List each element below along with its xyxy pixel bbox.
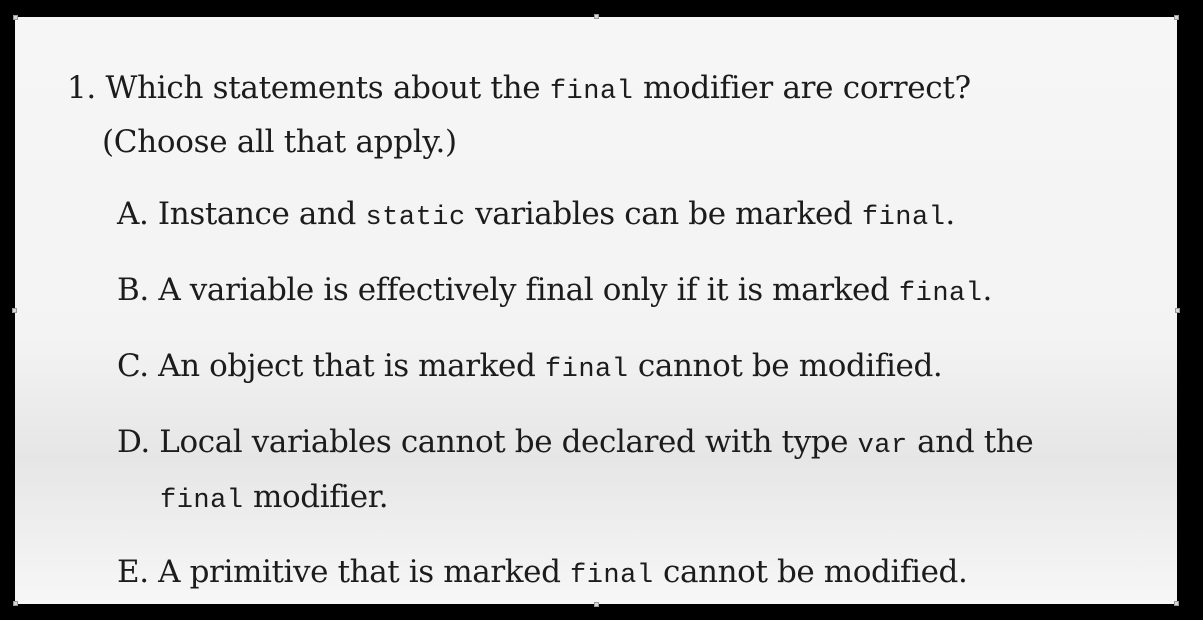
option-code: final [570, 561, 654, 591]
option-text: cannot be modified. [663, 554, 968, 590]
screen-frame: 1. Which statements about the final modi… [0, 0, 1203, 620]
option-text: A variable is effectively final only if … [158, 272, 890, 308]
option-code: final [861, 203, 946, 233]
option-letter: A. [117, 196, 149, 232]
option-text: An object that is marked [158, 348, 536, 384]
question-instruction: (Choose all that apply.) [102, 124, 457, 160]
option-code: final [544, 355, 629, 385]
option-letter: B. [117, 272, 149, 308]
resize-handle-bottom-right[interactable] [1174, 601, 1179, 606]
resize-handle-top-left[interactable] [13, 15, 18, 20]
resize-handle-middle-right[interactable] [1175, 308, 1180, 313]
resize-handle-bottom-left[interactable] [13, 601, 18, 606]
option-c: C. An object that is marked final cannot… [117, 339, 943, 397]
question-number: 1. [67, 70, 96, 106]
option-letter: E. [117, 554, 149, 590]
resize-handle-top-right[interactable] [1174, 15, 1179, 20]
option-text: A primitive that is marked [158, 554, 561, 590]
option-code: final [160, 486, 244, 516]
option-d-continuation: final modifier. [160, 470, 389, 528]
option-b: B. A variable is effectively final only … [117, 263, 992, 321]
option-text: Local variables cannot be declared with … [159, 424, 849, 460]
question-text-after: modifier are correct? [642, 70, 971, 106]
option-text: cannot be modified. [637, 348, 943, 384]
option-e: E. A primitive that is marked final cann… [117, 545, 968, 603]
quiz-page: 1. Which statements about the final modi… [12, 14, 1180, 607]
option-d: D. Local variables cannot be declared wi… [117, 415, 1034, 473]
option-punctuation: . [945, 196, 955, 232]
option-text: modifier. [252, 479, 389, 515]
question-line: 1. Which statements about the final modi… [67, 61, 971, 119]
option-text: Instance and [157, 196, 356, 232]
resize-handle-top-center[interactable] [594, 14, 599, 19]
question-code-word: final [549, 77, 634, 107]
option-text: and the [917, 424, 1034, 460]
option-punctuation: . [982, 272, 992, 308]
option-letter: D. [117, 424, 150, 460]
option-code: static [365, 203, 466, 233]
option-text: variables can be marked [475, 196, 853, 232]
option-code: final [898, 279, 983, 309]
option-letter: C. [117, 348, 149, 384]
option-code: var [857, 431, 908, 461]
resize-handle-middle-left[interactable] [12, 308, 17, 313]
option-a: A. Instance and static variables can be … [117, 187, 955, 245]
question-text-before: Which statements about the [105, 70, 541, 106]
